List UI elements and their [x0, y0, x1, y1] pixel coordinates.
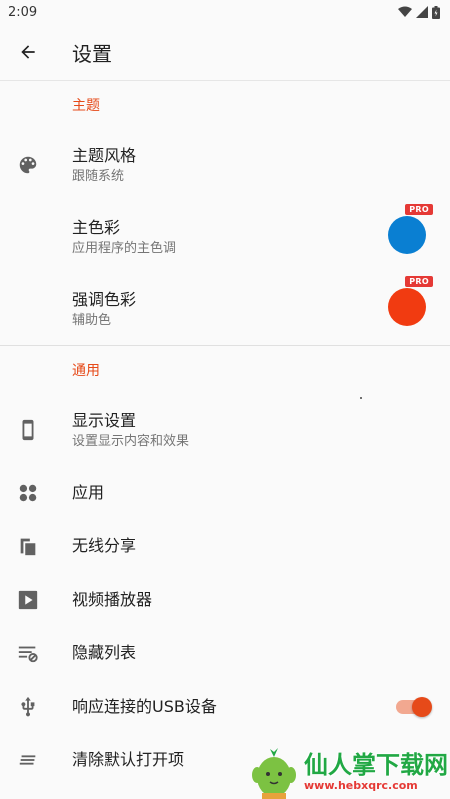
primary-color-texts: 主色彩 应用程序的主色调: [72, 217, 176, 258]
setting-wireless-share[interactable]: 无线分享: [0, 520, 450, 574]
watermark-url: www.hebxqrc.com: [304, 779, 418, 792]
usb-icon: [0, 696, 56, 718]
watermark-name: 仙人掌下载网: [304, 751, 448, 779]
wireless-share-title: 无线分享: [72, 536, 137, 556]
video-player-title: 视频播放器: [72, 589, 153, 609]
setting-apps[interactable]: 应用: [0, 466, 450, 520]
status-time: 2:09: [8, 4, 38, 20]
setting-accent-color[interactable]: 强调色彩 辅助色 PRO: [0, 273, 450, 345]
accent-color-swatch[interactable]: [388, 288, 426, 326]
cell-signal-icon: [416, 6, 428, 18]
pro-badge: PRO: [405, 276, 433, 287]
apps-icon: [0, 482, 56, 504]
wifi-icon: [398, 6, 412, 17]
apps-title: 应用: [72, 482, 105, 502]
setting-usb[interactable]: 响应连接的USB设备: [0, 680, 450, 734]
theme-style-title: 主题风格: [72, 145, 137, 165]
accent-color-title: 强调色彩: [72, 289, 137, 309]
phone-icon: [0, 419, 56, 441]
setting-hidden-list[interactable]: 隐藏列表: [0, 627, 450, 681]
section-header-theme: 主题: [72, 98, 100, 114]
clear-defaults-title: 清除默认打开项: [72, 750, 185, 770]
setting-theme-style[interactable]: 主题风格 跟随系统: [0, 129, 450, 201]
primary-color-swatch[interactable]: [388, 216, 426, 254]
pro-badge: PRO: [405, 204, 433, 215]
primary-color-subtitle: 应用程序的主色调: [72, 240, 177, 256]
theme-style-texts: 主题风格 跟随系统: [72, 145, 136, 186]
accent-color-texts: 强调色彩 辅助色: [72, 289, 136, 330]
copy-icon: [0, 535, 56, 557]
display-title: 显示设置: [72, 410, 137, 430]
clear-all-icon: [0, 749, 56, 771]
setting-video-player[interactable]: 视频播放器: [0, 573, 450, 627]
cactus-logo-icon: [252, 748, 296, 799]
watermark: 仙人掌下载网 www.hebxqrc.com: [250, 745, 450, 799]
section-header-general: 通用: [72, 363, 100, 379]
primary-color-title: 主色彩: [72, 217, 121, 237]
setting-primary-color[interactable]: 主色彩 应用程序的主色调 PRO: [0, 201, 450, 273]
page-title: 设置: [72, 41, 112, 66]
stray-dot: [360, 397, 362, 399]
back-button[interactable]: [0, 42, 56, 62]
usb-toggle[interactable]: [396, 696, 432, 718]
battery-icon: [432, 5, 440, 19]
toggle-thumb: [412, 697, 432, 717]
play-box-icon: [0, 589, 56, 611]
accent-color-subtitle: 辅助色: [72, 312, 112, 328]
setting-display[interactable]: 显示设置 设置显示内容和效果: [0, 394, 450, 466]
palette-icon: [0, 154, 56, 176]
usb-title: 响应连接的USB设备: [72, 696, 217, 716]
theme-style-subtitle: 跟随系统: [72, 168, 125, 184]
status-icons: [398, 5, 440, 19]
app-bar: 设置: [0, 24, 450, 81]
status-bar: 2:09: [0, 0, 450, 24]
display-subtitle: 设置显示内容和效果: [72, 433, 190, 449]
display-texts: 显示设置 设置显示内容和效果: [72, 410, 189, 451]
hidden-list-icon: [0, 642, 56, 664]
arrow-back-icon: [21, 45, 35, 59]
hidden-list-title: 隐藏列表: [72, 643, 137, 663]
